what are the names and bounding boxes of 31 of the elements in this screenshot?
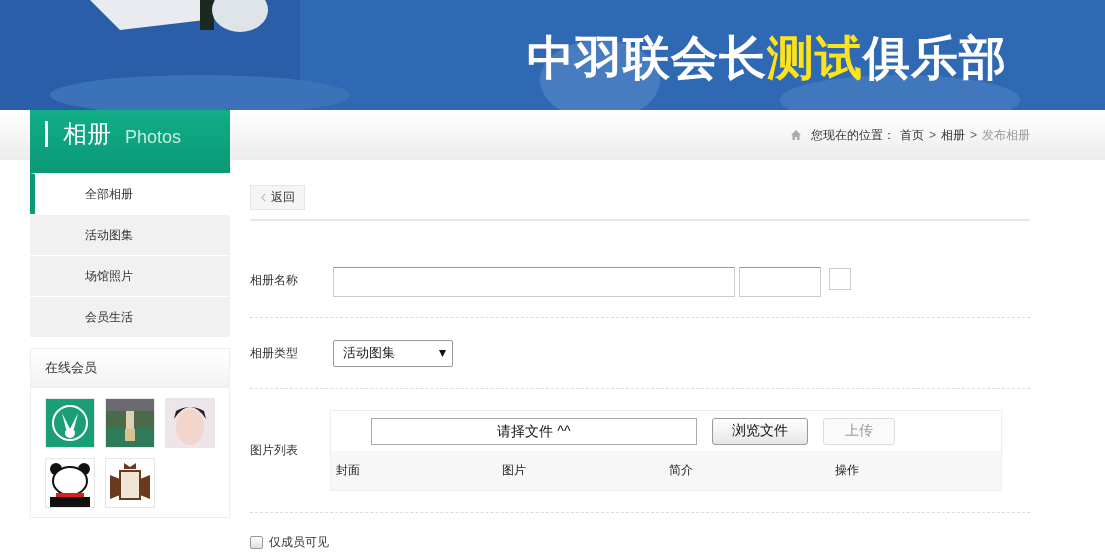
location-label: 您现在的位置： <box>810 126 895 144</box>
checkbox[interactable] <box>250 536 263 549</box>
home-icon <box>789 129 802 141</box>
sidebar-item[interactable]: 会员生活 <box>30 296 230 337</box>
back-button[interactable]: 返回 <box>250 185 305 210</box>
caret-icon <box>439 349 446 357</box>
breadcrumb-link[interactable]: 首页 <box>899 126 924 144</box>
sidebar-item[interactable]: 活动图集 <box>30 214 230 255</box>
checkbox-label: 仅成员可见 <box>269 534 329 551</box>
dropdown[interactable]: 活动图集 <box>333 339 453 367</box>
sidebar-subtitle: Photos <box>125 126 182 148</box>
column-header: 操作 <box>834 462 860 479</box>
sidebar-title: 相册 <box>63 119 111 149</box>
column-header: 简介 <box>668 462 694 479</box>
small-field[interactable] <box>829 268 851 290</box>
sidebar-item[interactable]: 场馆照片 <box>30 255 230 296</box>
browse-button[interactable]: 浏览文件 <box>712 417 808 445</box>
file-field[interactable]: 请择文件 ^^ <box>371 417 697 445</box>
field-label: 图片列表 <box>250 442 299 459</box>
column-header: 图片 <box>502 462 528 479</box>
input-field[interactable] <box>739 267 821 297</box>
input-field[interactable] <box>333 267 735 297</box>
breadcrumb-link[interactable]: 相册 <box>941 126 965 144</box>
field-label: 相册名称 <box>250 272 299 289</box>
site-title: 中羽联会长测试俱乐部 <box>527 30 1007 86</box>
chevron-left-icon <box>260 193 267 202</box>
field-label: 相册类型 <box>250 344 299 362</box>
breadcrumb-separator: > <box>970 128 977 142</box>
column-header: 封面 <box>336 462 361 479</box>
bar-icon <box>45 121 48 147</box>
breadcrumb-separator: > <box>928 128 936 142</box>
